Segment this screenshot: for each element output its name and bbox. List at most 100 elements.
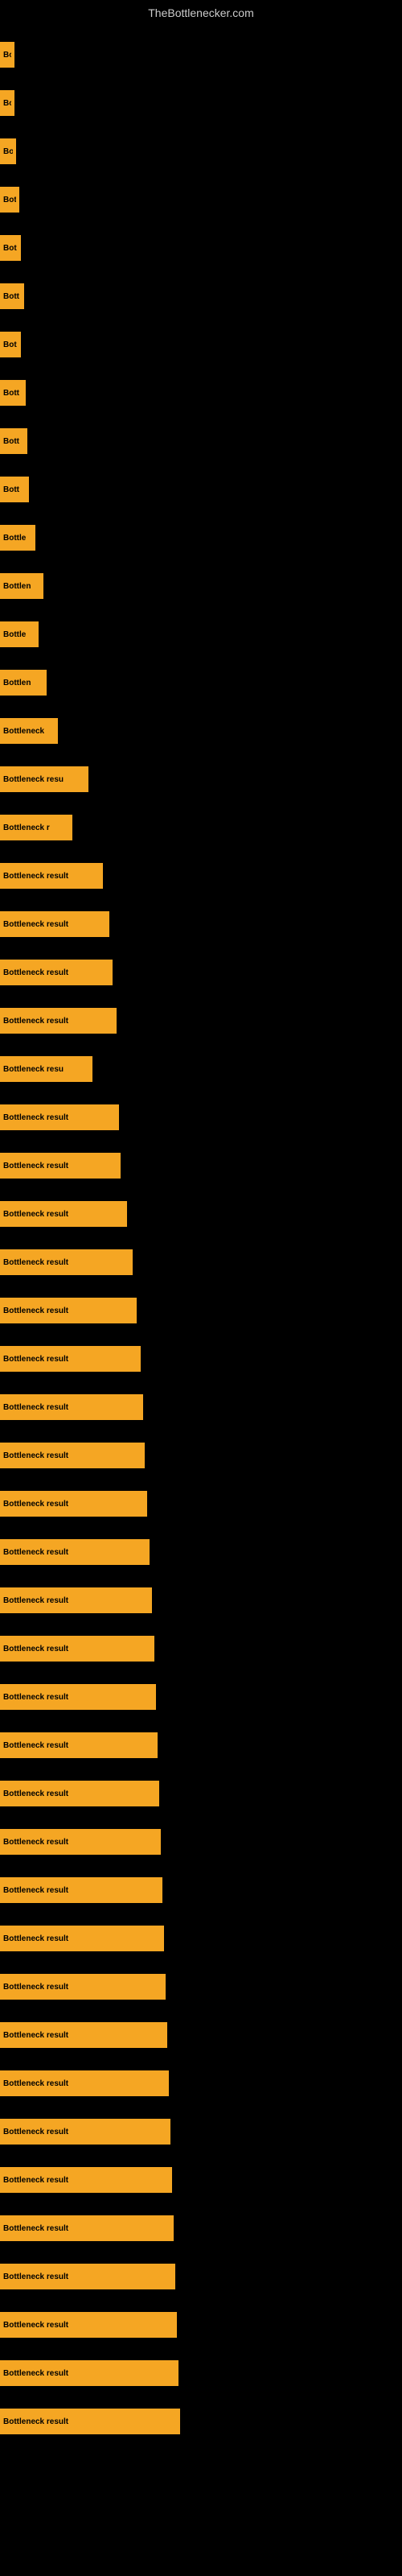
- bar-row: Bottleneck result: [0, 1480, 402, 1528]
- bar-14: Bottlen: [0, 670, 47, 696]
- bar-26: Bottleneck result: [0, 1249, 133, 1275]
- bar-33: Bottleneck result: [0, 1587, 152, 1613]
- bar-row: Bo: [0, 31, 402, 79]
- bar-28: Bottleneck result: [0, 1346, 141, 1372]
- bar-label-39: Bottleneck result: [3, 1886, 68, 1895]
- bar-label-6: Bott: [3, 292, 19, 301]
- bar-row: Bottleneck result: [0, 1093, 402, 1141]
- bar-row: Bottle: [0, 610, 402, 658]
- bar-2: Bo: [0, 90, 14, 116]
- bar-row: Bo: [0, 79, 402, 127]
- bar-label-18: Bottleneck result: [3, 872, 68, 881]
- bar-21: Bottleneck result: [0, 1008, 117, 1034]
- bar-row: Bottleneck result: [0, 1624, 402, 1673]
- bar-row: Bottleneck result: [0, 1963, 402, 2011]
- bar-6: Bott: [0, 283, 24, 309]
- bar-40: Bottleneck result: [0, 1926, 164, 1951]
- bar-label-35: Bottleneck result: [3, 1693, 68, 1702]
- bar-41: Bottleneck result: [0, 1974, 166, 2000]
- bar-label-12: Bottlen: [3, 582, 31, 591]
- bar-row: Bottleneck result: [0, 1141, 402, 1190]
- bar-row: Bottleneck result: [0, 1576, 402, 1624]
- bar-3: Bo: [0, 138, 16, 164]
- bar-label-17: Bottleneck r: [3, 824, 50, 832]
- bar-label-16: Bottleneck resu: [3, 775, 64, 784]
- bar-label-49: Bottleneck result: [3, 2369, 68, 2378]
- bar-12: Bottlen: [0, 573, 43, 599]
- bar-row: Bottleneck result: [0, 2252, 402, 2301]
- bar-48: Bottleneck result: [0, 2312, 177, 2338]
- bar-row: Bot: [0, 320, 402, 369]
- bar-label-27: Bottleneck result: [3, 1307, 68, 1315]
- bar-label-38: Bottleneck result: [3, 1838, 68, 1847]
- bar-label-20: Bottleneck result: [3, 968, 68, 977]
- bar-50: Bottleneck result: [0, 2409, 180, 2434]
- bar-row: Bottleneck result: [0, 948, 402, 997]
- bar-label-43: Bottleneck result: [3, 2079, 68, 2088]
- bar-22: Bottleneck resu: [0, 1056, 92, 1082]
- bar-label-25: Bottleneck result: [3, 1210, 68, 1219]
- bar-label-24: Bottleneck result: [3, 1162, 68, 1170]
- bar-label-22: Bottleneck resu: [3, 1065, 64, 1074]
- bar-label-47: Bottleneck result: [3, 2273, 68, 2281]
- bar-row: Bottleneck result: [0, 1528, 402, 1576]
- bar-38: Bottleneck result: [0, 1829, 161, 1855]
- bar-label-30: Bottleneck result: [3, 1451, 68, 1460]
- bar-row: Bottle: [0, 514, 402, 562]
- bar-label-13: Bottle: [3, 630, 26, 639]
- bar-label-37: Bottleneck result: [3, 1790, 68, 1798]
- bar-row: Bottleneck result: [0, 1383, 402, 1431]
- bar-label-23: Bottleneck result: [3, 1113, 68, 1122]
- bar-row: Bottleneck result: [0, 1818, 402, 1866]
- bar-7: Bot: [0, 332, 21, 357]
- bar-11: Bottle: [0, 525, 35, 551]
- bar-row: Bottleneck result: [0, 2397, 402, 2446]
- bar-label-8: Bott: [3, 389, 19, 398]
- bar-label-34: Bottleneck result: [3, 1645, 68, 1653]
- bar-18: Bottleneck result: [0, 863, 103, 889]
- bar-label-5: Bot: [3, 244, 17, 253]
- bar-row: Bottleneck result: [0, 2059, 402, 2107]
- bar-row: Bottleneck result: [0, 997, 402, 1045]
- bar-34: Bottleneck result: [0, 1636, 154, 1662]
- bar-label-3: Bo: [3, 147, 13, 156]
- bar-27: Bottleneck result: [0, 1298, 137, 1323]
- bar-row: Bottleneck result: [0, 1238, 402, 1286]
- bar-row: Bot: [0, 224, 402, 272]
- bar-label-2: Bo: [3, 99, 11, 108]
- bar-label-10: Bott: [3, 485, 19, 494]
- bar-label-42: Bottleneck result: [3, 2031, 68, 2040]
- bar-label-1: Bo: [3, 51, 11, 60]
- bars-container: BoBoBoBotBotBottBotBottBottBottBottleBot…: [0, 23, 402, 2454]
- bar-label-21: Bottleneck result: [3, 1017, 68, 1026]
- bar-row: Bottleneck: [0, 707, 402, 755]
- bar-label-31: Bottleneck result: [3, 1500, 68, 1509]
- bar-39: Bottleneck result: [0, 1877, 162, 1903]
- bar-19: Bottleneck result: [0, 911, 109, 937]
- bar-row: Bottleneck result: [0, 1335, 402, 1383]
- bar-label-45: Bottleneck result: [3, 2176, 68, 2185]
- bar-row: Bottleneck result: [0, 2301, 402, 2349]
- bar-20: Bottleneck result: [0, 960, 113, 985]
- bar-label-11: Bottle: [3, 534, 26, 543]
- bar-row: Bott: [0, 272, 402, 320]
- bar-32: Bottleneck result: [0, 1539, 150, 1565]
- bar-label-36: Bottleneck result: [3, 1741, 68, 1750]
- bar-row: Bottleneck resu: [0, 1045, 402, 1093]
- bar-46: Bottleneck result: [0, 2215, 174, 2241]
- bar-row: Bott: [0, 465, 402, 514]
- bar-row: Bo: [0, 127, 402, 175]
- bar-49: Bottleneck result: [0, 2360, 178, 2386]
- bar-42: Bottleneck result: [0, 2022, 167, 2048]
- bar-13: Bottle: [0, 621, 39, 647]
- bar-31: Bottleneck result: [0, 1491, 147, 1517]
- bar-label-46: Bottleneck result: [3, 2224, 68, 2233]
- bar-row: Bottlen: [0, 562, 402, 610]
- bar-43: Bottleneck result: [0, 2070, 169, 2096]
- bar-24: Bottleneck result: [0, 1153, 121, 1179]
- bar-16: Bottleneck resu: [0, 766, 88, 792]
- bar-row: Bottleneck result: [0, 2204, 402, 2252]
- bar-25: Bottleneck result: [0, 1201, 127, 1227]
- bar-30: Bottleneck result: [0, 1443, 145, 1468]
- bar-row: Bottleneck result: [0, 852, 402, 900]
